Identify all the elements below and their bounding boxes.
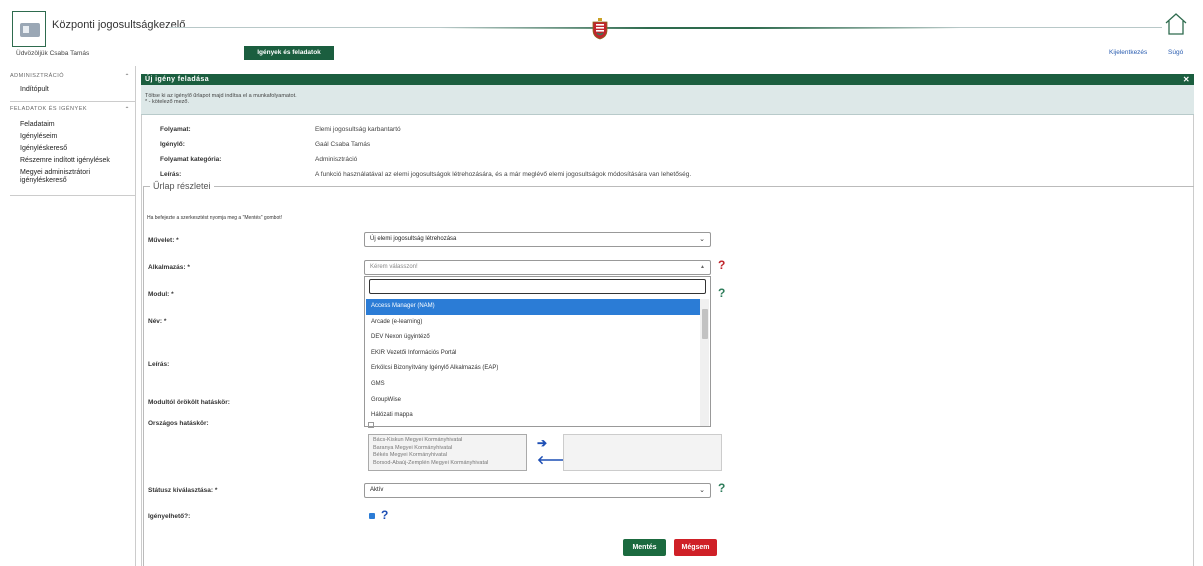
status-select[interactable]: Aktív ⌄	[364, 483, 711, 498]
sidebar: ADMINISZTRÁCIÓ ⌃ Indítópult FELADATOK ÉS…	[10, 66, 136, 566]
fieldset-border	[143, 186, 144, 566]
required-note: * - kötelező mező.	[145, 99, 190, 105]
sidebar-section-requests[interactable]: FELADATOK ÉS IGÉNYEK ⌃	[10, 106, 136, 113]
question-mark-icon[interactable]: ?	[381, 508, 388, 522]
list-item[interactable]: Baranya Megyei Kormányhivatal	[373, 445, 522, 453]
label-operation: Művelet: *	[148, 237, 179, 244]
dropdown-options: Access Manager (NAM) Arcade (e-learning)…	[366, 299, 700, 426]
dropdown-option[interactable]: Erkölcsi Bizonyítvány Igénylő Alkalmazás…	[366, 361, 700, 377]
double-chevron-up-icon[interactable]: ⌃	[124, 106, 130, 113]
chevron-down-icon: ⌄	[699, 487, 705, 494]
chevron-down-icon: ⌄	[699, 236, 705, 243]
sidebar-item-request-search[interactable]: Igényléskereső	[20, 145, 136, 153]
application-select-placeholder: Kérem válasszon!	[370, 264, 418, 270]
national-scope-checkbox[interactable]	[368, 422, 374, 428]
dropdown-scroll-thumb[interactable]	[702, 309, 708, 339]
sidebar-divider	[10, 101, 136, 102]
home-icon[interactable]	[1163, 11, 1189, 37]
fieldset-legend: Űrlap részletei	[150, 181, 214, 191]
sidebar-item-my-tasks[interactable]: Feladataim	[20, 121, 136, 129]
app-title: Központi jogosultságkezelő	[52, 19, 186, 31]
label-name: Név: *	[148, 318, 167, 325]
label-description: Leírás:	[148, 361, 170, 368]
panel-header: Új igény feladása ✕	[141, 74, 1194, 85]
sidebar-item-county-admin-search[interactable]: Megyei adminisztrátori igényléskereső	[20, 169, 128, 185]
meta-value-requester: Gaál Csaba Tamás	[315, 141, 371, 148]
dropdown-option[interactable]: GMS	[366, 377, 700, 393]
label-requestable: Igényelhető?:	[148, 513, 191, 520]
status-select-value: Aktív	[370, 487, 384, 493]
label-national-scope: Országos hatáskör:	[148, 420, 209, 427]
save-hint: Ha befejezte a szerkesztést nyomja meg a…	[147, 215, 283, 221]
label-module: Modul: *	[148, 291, 174, 298]
panel-title: Új igény feladása	[145, 76, 209, 83]
sidebar-section-label: FELADATOK ÉS IGÉNYEK	[10, 106, 88, 112]
operation-select[interactable]: Új elemi jogosultság létrehozása ⌄	[364, 232, 711, 247]
save-button[interactable]: Mentés	[623, 539, 666, 556]
chevron-up-icon: ▲	[700, 264, 705, 270]
list-item[interactable]: Bács-Kiskun Megyei Kormányhivatal	[373, 437, 522, 445]
arrow-right-icon[interactable]: ➔	[537, 436, 547, 450]
dropdown-search-input[interactable]	[369, 279, 706, 294]
meta-label-requester: Igénylő:	[160, 141, 185, 148]
question-mark-icon[interactable]: ?	[718, 286, 725, 300]
available-counties-listbox[interactable]: Bács-Kiskun Megyei Kormányhivatal Barany…	[368, 434, 527, 471]
id-card-icon[interactable]	[12, 11, 46, 47]
fieldset-border	[143, 186, 1194, 187]
label-application: Alkalmazás: *	[148, 264, 190, 271]
operation-select-value: Új elemi jogosultság létrehozása	[370, 236, 457, 242]
sidebar-section-label: ADMINISZTRÁCIÓ	[10, 73, 65, 79]
sidebar-divider	[10, 195, 136, 196]
application-dropdown: Access Manager (NAM) Arcade (e-learning)…	[364, 276, 711, 427]
meta-label-description: Leírás:	[160, 171, 182, 178]
hungarian-crest-icon	[592, 18, 608, 40]
label-status: Státusz kiválasztása: *	[148, 487, 218, 494]
sidebar-item-requests-for-me[interactable]: Részemre indított igénylések	[20, 157, 136, 165]
sidebar-section-admin[interactable]: ADMINISZTRÁCIÓ ⌃	[10, 73, 136, 80]
header-accent-line	[440, 27, 960, 29]
close-icon[interactable]: ✕	[1183, 74, 1190, 85]
meta-value-category: Adminisztráció	[315, 156, 358, 163]
tab-requests-and-tasks[interactable]: Igények és feladatok	[244, 46, 334, 60]
list-item[interactable]: Békés Megyei Kormányhivatal	[373, 452, 522, 460]
list-item[interactable]: Borsod-Abaúj-Zemplén Megyei Kormányhivat…	[373, 460, 522, 468]
meta-value-description: A funkció használatával az elemi jogosul…	[315, 171, 692, 178]
application-select[interactable]: Kérem válasszon! ▲	[364, 260, 711, 275]
dropdown-option[interactable]: GroupWise	[366, 393, 700, 409]
question-mark-icon[interactable]: ?	[718, 258, 725, 272]
meta-value-process: Elemi jogosultság karbantartó	[315, 126, 401, 133]
dropdown-option[interactable]: EKIR Vezetői Információs Portál	[366, 346, 700, 362]
requestable-checkbox[interactable]	[369, 513, 375, 519]
question-mark-icon[interactable]: ?	[718, 481, 725, 495]
logout-link[interactable]: Kijelentkezés	[1109, 49, 1147, 56]
double-chevron-up-icon[interactable]: ⌃	[124, 73, 130, 80]
dropdown-option[interactable]: Access Manager (NAM)	[366, 299, 700, 315]
info-box: Töltse ki az igénylő űrlapot majd indíts…	[141, 85, 1194, 115]
label-inherited-scope: Modultól örökölt hatáskör:	[148, 399, 230, 406]
meta-label-category: Folyamat kategória:	[160, 156, 222, 163]
app-header: Központi jogosultságkezelő Üdvözöljük Cs…	[0, 0, 1203, 62]
welcome-text: Üdvözöljük Csaba Tamás	[16, 50, 90, 57]
dropdown-option[interactable]: Arcade (e-learning)	[366, 315, 700, 331]
sidebar-item-my-requests[interactable]: Igényléseim	[20, 133, 136, 141]
dropdown-option[interactable]: Hálózati mappa	[366, 408, 700, 424]
sidebar-item-dashboard[interactable]: Indítópult	[20, 86, 136, 94]
help-link[interactable]: Súgó	[1168, 49, 1183, 56]
dropdown-option[interactable]: DEV Nexon ügyintéző	[366, 330, 700, 346]
meta-label-process: Folyamat:	[160, 126, 191, 133]
cancel-button[interactable]: Mégsem	[674, 539, 717, 556]
selected-counties-listbox[interactable]	[563, 434, 722, 471]
